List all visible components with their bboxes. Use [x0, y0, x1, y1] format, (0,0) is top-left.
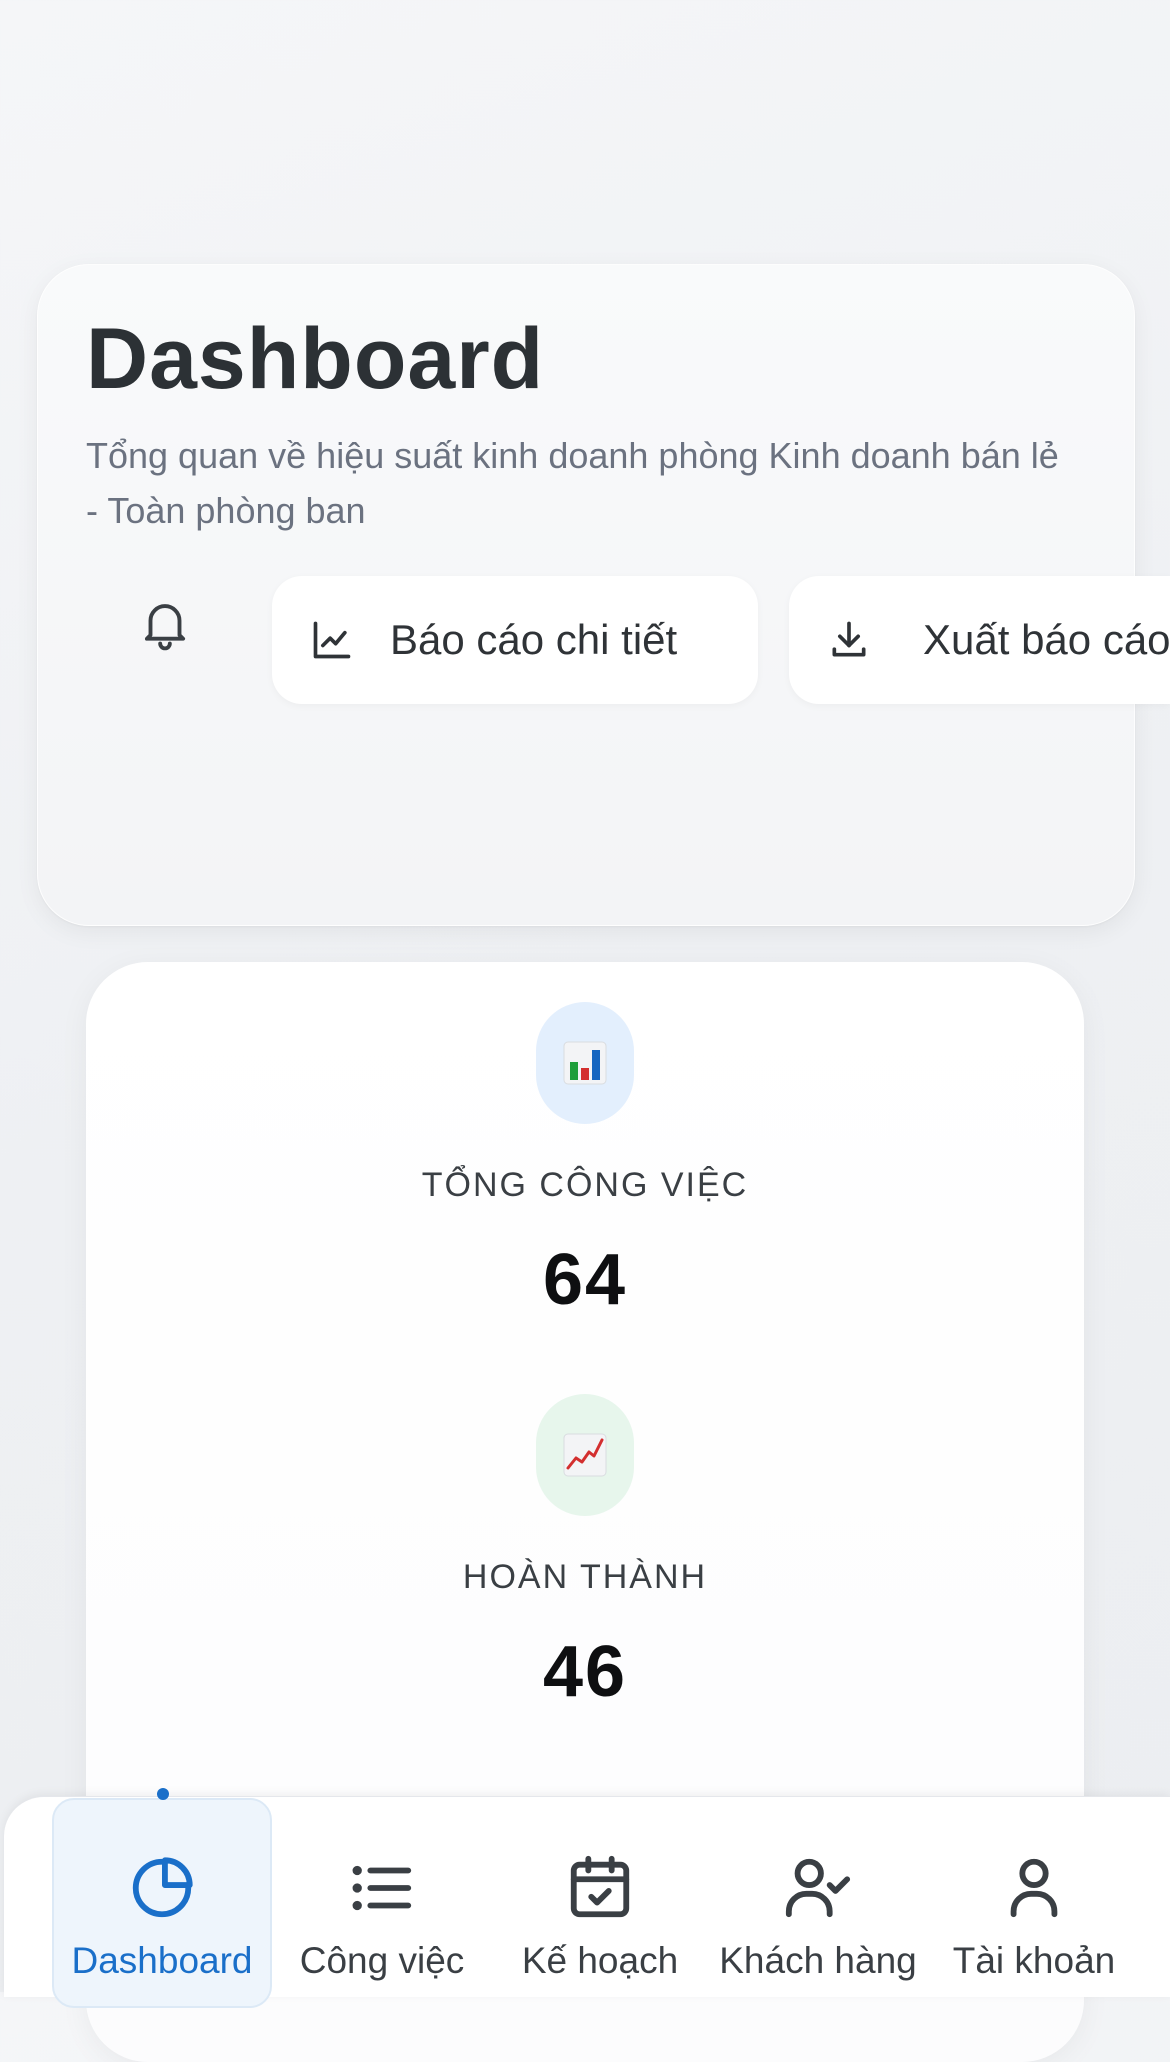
trend-up-icon — [536, 1394, 634, 1516]
nav-item-tasks[interactable]: Công việc — [282, 1798, 482, 1998]
notifications-button[interactable] — [120, 580, 210, 670]
nav-item-customers[interactable]: Khách hàng — [708, 1798, 928, 1998]
stat-completed: HOÀN THÀNH 46 — [86, 1394, 1084, 1713]
stat-label: TỔNG CÔNG VIỆC — [421, 1166, 749, 1204]
page-subtitle: Tổng quan về hiệu suất kinh doanh phòng … — [86, 435, 1059, 531]
export-report-label: Xuất báo cáo — [923, 616, 1170, 663]
stat-value: 46 — [542, 1632, 628, 1712]
nav-label: Khách hàng — [719, 1940, 917, 1981]
nav-item-dashboard[interactable]: Dashboard — [52, 1798, 272, 1998]
line-chart-icon — [310, 618, 354, 662]
nav-item-plan[interactable]: Kế hoạch — [500, 1798, 700, 1998]
stat-value: 64 — [542, 1240, 628, 1320]
calendar-check-icon — [560, 1848, 640, 1928]
export-report-button[interactable]: Xuất báo cáo — [789, 576, 1170, 704]
nav-label: Kế hoạch — [521, 1940, 679, 1981]
list-icon — [342, 1848, 422, 1928]
nav-item-account[interactable]: Tài khoản — [934, 1798, 1134, 1998]
detailed-report-button[interactable]: Báo cáo chi tiết — [272, 576, 758, 704]
page-title: Dashboard — [86, 311, 545, 407]
nav-label: Dashboard — [71, 1940, 253, 1981]
nav-label: Tài khoản — [952, 1940, 1116, 1981]
nav-label: Công việc — [299, 1940, 465, 1981]
stat-label: HOÀN THÀNH — [462, 1558, 708, 1596]
bar-chart-icon — [536, 1002, 634, 1124]
detailed-report-label: Báo cáo chi tiết — [390, 616, 678, 663]
stat-total-tasks: TỔNG CÔNG VIỆC 64 — [86, 1002, 1084, 1321]
user-check-icon — [778, 1848, 858, 1928]
user-icon — [994, 1848, 1074, 1928]
pie-chart-icon — [122, 1848, 202, 1928]
bell-icon — [136, 592, 194, 659]
download-icon — [827, 618, 871, 662]
